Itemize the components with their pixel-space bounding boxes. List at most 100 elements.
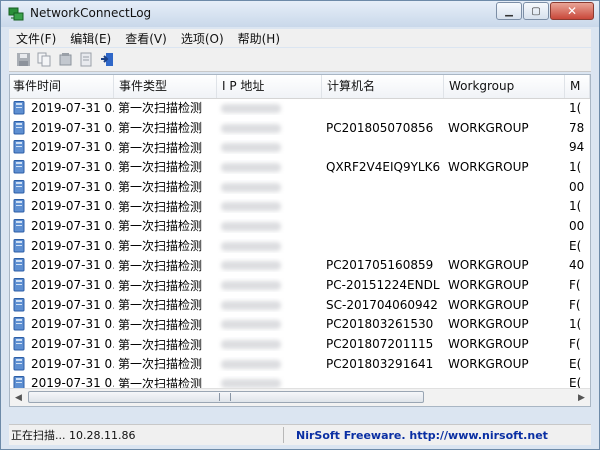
- exit-button[interactable]: [99, 52, 115, 68]
- cell-computer-name: PC-20151224ENDL: [326, 278, 440, 293]
- event-time: 2019-07-31 0...: [31, 238, 114, 253]
- cell-event-time: 2019-07-31 0...: [10, 120, 114, 135]
- cell-event-time: 2019-07-31 0...: [10, 258, 114, 272]
- column-header-computer-name[interactable]: 计算机名: [322, 75, 444, 98]
- menu-file[interactable]: 文件(F): [9, 30, 63, 47]
- status-nirsoft-link[interactable]: NirSoft Freeware. http://www.nirsoft.net: [284, 429, 548, 442]
- cell-event-type: 第一次扫描检测: [118, 298, 203, 313]
- table-row[interactable]: 2019-07-31 0... 第一次扫描检测 1(: [10, 196, 590, 216]
- cell-computer-name: QXRF2V4EIQ9YLK6: [326, 159, 441, 174]
- cell-ip-address: [217, 357, 322, 371]
- cell-computer-name: PC201805070856: [326, 120, 434, 135]
- menu-edit[interactable]: 编辑(E): [63, 30, 118, 47]
- computer-icon: [13, 199, 25, 213]
- cell-ip-address: [217, 140, 322, 154]
- cell-computer-name: SC-201704060942: [326, 297, 438, 312]
- blurred-ip-address: [221, 143, 281, 153]
- blurred-ip-address: [221, 103, 281, 113]
- copy-button[interactable]: [36, 52, 52, 68]
- app-window: NetworkConnectLog ▁ ▢ ✕ 文件(F) 编辑(E) 查看(V…: [0, 0, 600, 450]
- minimize-button[interactable]: ▁: [496, 2, 522, 20]
- cell-event-time: 2019-07-31 0...: [10, 238, 114, 253]
- cell-event-type: 第一次扫描检测: [118, 357, 203, 372]
- title-bar[interactable]: NetworkConnectLog ▁ ▢ ✕: [1, 1, 599, 27]
- scroll-thumb[interactable]: [28, 391, 424, 403]
- column-header-event-time[interactable]: 事件时间: [10, 75, 114, 98]
- list-header: 事件时间 事件类型 I P 地址 计算机名 Workgroup M: [10, 75, 590, 99]
- cell-mac-address: 1(: [569, 100, 582, 115]
- table-row[interactable]: 2019-07-31 0... 第一次扫描检测 PC201803261530 WORK…: [10, 315, 590, 335]
- close-icon: ✕: [566, 4, 578, 18]
- computer-icon: [13, 258, 25, 272]
- table-row[interactable]: 2019-07-31 0... 第一次扫描检测 94: [10, 137, 590, 157]
- cell-ip-address: [217, 180, 322, 194]
- column-header-mac-address[interactable]: M: [565, 75, 590, 98]
- cell-event-type: 第一次扫描检测: [118, 258, 203, 273]
- table-row[interactable]: 2019-07-31 0... 第一次扫描检测 PC201705160859 WORK…: [10, 256, 590, 276]
- cell-mac-address: 00: [569, 179, 585, 194]
- cell-event-type: 第一次扫描检测: [118, 101, 203, 116]
- html-report-button[interactable]: [78, 52, 94, 68]
- computer-icon: [13, 120, 25, 135]
- blurred-ip-address: [221, 359, 281, 369]
- event-time: 2019-07-31 0...: [31, 317, 114, 332]
- maximize-button[interactable]: ▢: [523, 2, 549, 20]
- cell-mac-address: 00: [569, 218, 585, 233]
- scroll-left-arrow-icon[interactable]: ◀: [10, 389, 27, 406]
- cell-mac-address: E(: [569, 356, 582, 371]
- column-header-event-type[interactable]: 事件类型: [114, 75, 217, 98]
- cell-mac-address: 78: [569, 120, 585, 135]
- blurred-ip-address: [221, 281, 281, 291]
- properties-button[interactable]: [57, 52, 73, 68]
- cell-event-type: 第一次扫描检测: [118, 239, 203, 254]
- computer-icon: [13, 100, 25, 115]
- window-controls: ▁ ▢ ✕: [495, 2, 594, 20]
- cell-event-time: 2019-07-31 0...: [10, 278, 114, 292]
- cell-mac-address: 1(: [569, 159, 582, 174]
- event-list[interactable]: 事件时间 事件类型 I P 地址 计算机名 Workgroup M 2019-0…: [9, 74, 591, 407]
- scroll-right-arrow-icon[interactable]: ▶: [573, 389, 590, 406]
- menu-help[interactable]: 帮助(H): [231, 30, 287, 47]
- table-row[interactable]: 2019-07-31 0... 第一次扫描检测 00: [10, 177, 590, 197]
- cell-workgroup: WORKGROUP: [448, 120, 529, 135]
- column-header-workgroup[interactable]: Workgroup: [444, 75, 565, 98]
- table-row[interactable]: 2019-07-31 0... 第一次扫描检测 1(: [10, 98, 590, 118]
- cell-workgroup: WORKGROUP: [448, 297, 529, 312]
- cell-computer-name: PC201803261530: [326, 317, 434, 332]
- cell-ip-address: [217, 258, 322, 272]
- cell-ip-address: [217, 317, 322, 331]
- save-button[interactable]: [15, 52, 31, 68]
- table-row[interactable]: 2019-07-31 0... 第一次扫描检测 PC-20151224ENDL WOR…: [10, 275, 590, 295]
- table-row[interactable]: 2019-07-31 0... 第一次扫描检测 PC201805070856 WORK…: [10, 118, 590, 138]
- menu-options[interactable]: 选项(O): [174, 30, 231, 47]
- table-row[interactable]: 2019-07-31 0... 第一次扫描检测 QXRF2V4EIQ9YLK6 WOR…: [10, 157, 590, 177]
- table-row[interactable]: 2019-07-31 0... 第一次扫描检测 PC201807201115 WORK…: [10, 334, 590, 354]
- horizontal-scrollbar[interactable]: ◀ ▶: [10, 388, 590, 406]
- table-row[interactable]: 2019-07-31 0... 第一次扫描检测 PC201803291641 WORK…: [10, 354, 590, 374]
- list-rows: 2019-07-31 0... 第一次扫描检测 1(2019-07-31 0... 第…: [10, 98, 590, 406]
- cell-ip-address: [217, 199, 322, 213]
- cell-event-type: 第一次扫描检测: [118, 180, 203, 195]
- computer-icon: [13, 179, 25, 194]
- save-icon: [16, 53, 30, 66]
- cell-event-type: 第一次扫描检测: [118, 160, 203, 175]
- table-row[interactable]: 2019-07-31 0... 第一次扫描检测 E(: [10, 236, 590, 256]
- event-time: 2019-07-31 0...: [31, 199, 114, 214]
- cell-event-time: 2019-07-31 0...: [10, 356, 114, 371]
- close-button[interactable]: ✕: [550, 2, 594, 20]
- table-row[interactable]: 2019-07-31 0... 第一次扫描检测 SC-201704060942 WOR…: [10, 295, 590, 315]
- cell-event-time: 2019-07-31 0...: [10, 337, 114, 351]
- cell-event-type: 第一次扫描检测: [118, 278, 203, 293]
- menu-view[interactable]: 查看(V): [118, 30, 174, 47]
- window-title: NetworkConnectLog: [30, 6, 152, 20]
- cell-workgroup: WORKGROUP: [448, 159, 529, 174]
- table-row[interactable]: 2019-07-31 0... 第一次扫描检测 00: [10, 216, 590, 236]
- cell-event-time: 2019-07-31 0...: [10, 140, 114, 154]
- cell-ip-address: [217, 121, 322, 135]
- minimize-icon: ▁: [505, 5, 513, 17]
- cell-mac-address: 40: [569, 258, 585, 273]
- computer-icon: [13, 218, 25, 233]
- cell-event-type: 第一次扫描检测: [118, 337, 203, 352]
- column-header-ip-address[interactable]: I P 地址: [217, 75, 322, 98]
- status-bar: 正在扫描... 10.28.11.86 NirSoft Freeware. ht…: [9, 424, 591, 445]
